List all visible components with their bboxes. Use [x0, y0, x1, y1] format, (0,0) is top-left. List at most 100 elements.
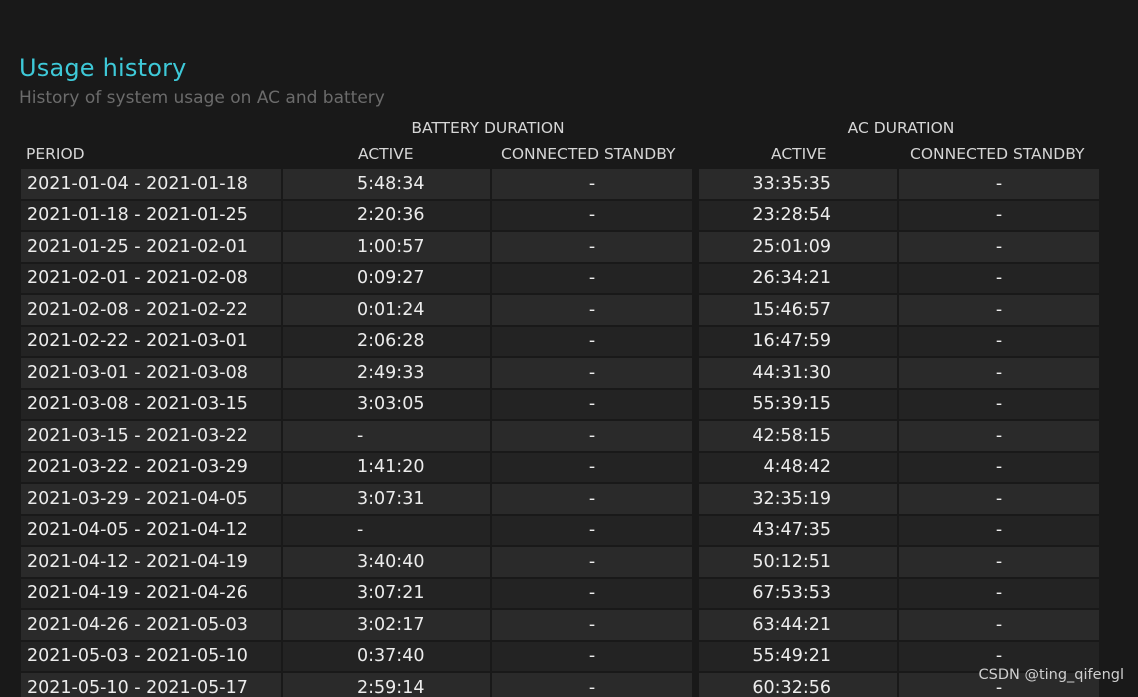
column-gap: [694, 389, 697, 419]
ac-active-cell: 63:44:21: [699, 610, 897, 640]
column-gap: [694, 578, 697, 608]
table-row: 2021-03-15 - 2021-03-22- -42:58:15-: [21, 421, 1099, 451]
watermark: CSDN @ting_qifengl: [978, 667, 1125, 683]
battery-active-cell: 3:07:31: [283, 484, 490, 514]
ac-active-cell: 26:34:21: [699, 263, 897, 293]
battery-standby-cell: -: [492, 641, 692, 671]
ac-standby-cell: -: [899, 295, 1099, 325]
battery-active-cell: -: [283, 515, 490, 545]
battery-standby-cell: -: [492, 169, 692, 199]
battery-standby-cell: -: [492, 673, 692, 697]
battery-active-cell: 1:00:57: [283, 232, 490, 262]
section-title: Usage history: [19, 54, 187, 82]
ac-standby-cell: -: [899, 232, 1099, 262]
ac-connected-standby-column-header: CONNECTED STANDBY: [910, 145, 1085, 163]
column-gap: [694, 421, 697, 451]
period-cell: 2021-03-01 - 2021-03-08: [21, 358, 281, 388]
battery-active-cell: 2:49:33: [283, 358, 490, 388]
period-cell: 2021-03-08 - 2021-03-15: [21, 389, 281, 419]
period-cell: 2021-04-12 - 2021-04-19: [21, 547, 281, 577]
battery-standby-cell: -: [492, 452, 692, 482]
column-gap: [694, 610, 697, 640]
ac-standby-cell: -: [899, 389, 1099, 419]
ac-active-cell: 32:35:19: [699, 484, 897, 514]
table-row: 2021-01-18 - 2021-01-25 2:20:36-23:28:54-: [21, 200, 1099, 230]
battery-standby-cell: -: [492, 421, 692, 451]
ac-active-cell: 50:12:51: [699, 547, 897, 577]
battery-standby-cell: -: [492, 484, 692, 514]
table-row: 2021-03-29 - 2021-04-05 3:07:31-32:35:19-: [21, 484, 1099, 514]
period-cell: 2021-01-04 - 2021-01-18: [21, 169, 281, 199]
table-row: 2021-04-05 - 2021-04-12- -43:47:35-: [21, 515, 1099, 545]
ac-active-cell: 33:35:35: [699, 169, 897, 199]
period-cell: 2021-04-26 - 2021-05-03: [21, 610, 281, 640]
ac-active-column-header: ACTIVE: [771, 145, 827, 163]
battery-active-cell: 3:07:21: [283, 578, 490, 608]
battery-connected-standby-column-header: CONNECTED STANDBY: [501, 145, 676, 163]
battery-active-column-header: ACTIVE: [358, 145, 414, 163]
column-gap: [694, 358, 697, 388]
table-row: 2021-02-01 - 2021-02-08 0:09:27-26:34:21-: [21, 263, 1099, 293]
ac-standby-cell: -: [899, 547, 1099, 577]
column-gap: [694, 641, 697, 671]
table-row: 2021-03-08 - 2021-03-15 3:03:05-55:39:15-: [21, 389, 1099, 419]
table-row: 2021-03-01 - 2021-03-08 2:49:33-44:31:30-: [21, 358, 1099, 388]
battery-standby-cell: -: [492, 358, 692, 388]
ac-active-cell: 16:47:59: [699, 326, 897, 356]
period-cell: 2021-03-29 - 2021-04-05: [21, 484, 281, 514]
ac-active-cell: 67:53:53: [699, 578, 897, 608]
battery-active-cell: 1:41:20: [283, 452, 490, 482]
table-row: 2021-03-22 - 2021-03-29 1:41:20-4:48:42-: [21, 452, 1099, 482]
ac-active-cell: 4:48:42: [699, 452, 897, 482]
ac-standby-cell: -: [899, 610, 1099, 640]
period-cell: 2021-04-19 - 2021-04-26: [21, 578, 281, 608]
ac-active-cell: 42:58:15: [699, 421, 897, 451]
battery-active-cell: 3:03:05: [283, 389, 490, 419]
battery-report-page: Usage history History of system usage on…: [0, 0, 1138, 697]
table-row: 2021-05-03 - 2021-05-10 0:37:40-55:49:21-: [21, 641, 1099, 671]
column-gap: [694, 263, 697, 293]
period-cell: 2021-03-22 - 2021-03-29: [21, 452, 281, 482]
ac-active-cell: 60:32:56: [699, 673, 897, 697]
column-gap: [694, 673, 697, 697]
battery-standby-cell: -: [492, 547, 692, 577]
period-cell: 2021-05-03 - 2021-05-10: [21, 641, 281, 671]
ac-active-cell: 23:28:54: [699, 200, 897, 230]
column-gap: [694, 484, 697, 514]
battery-active-cell: 2:20:36: [283, 200, 490, 230]
battery-standby-cell: -: [492, 200, 692, 230]
table-row: 2021-01-25 - 2021-02-01 1:00:57-25:01:09-: [21, 232, 1099, 262]
battery-active-cell: 5:48:34: [283, 169, 490, 199]
ac-active-cell: 43:47:35: [699, 515, 897, 545]
table-row: 2021-05-10 - 2021-05-17 2:59:14-60:32:56-: [21, 673, 1099, 697]
table-row: 2021-04-19 - 2021-04-26 3:07:21-67:53:53-: [21, 578, 1099, 608]
battery-standby-cell: -: [492, 295, 692, 325]
ac-standby-cell: -: [899, 484, 1099, 514]
battery-standby-cell: -: [492, 263, 692, 293]
column-gap: [694, 547, 697, 577]
table-row: 2021-02-08 - 2021-02-22 0:01:24-15:46:57-: [21, 295, 1099, 325]
table-row: 2021-01-04 - 2021-01-18 5:48:34-33:35:35-: [21, 169, 1099, 199]
period-cell: 2021-05-10 - 2021-05-17: [21, 673, 281, 697]
battery-standby-cell: -: [492, 515, 692, 545]
period-cell: 2021-02-22 - 2021-03-01: [21, 326, 281, 356]
battery-active-cell: 3:40:40: [283, 547, 490, 577]
ac-active-cell: 44:31:30: [699, 358, 897, 388]
column-gap: [694, 326, 697, 356]
period-cell: 2021-01-18 - 2021-01-25: [21, 200, 281, 230]
ac-standby-cell: -: [899, 358, 1099, 388]
ac-standby-cell: -: [899, 515, 1099, 545]
period-cell: 2021-03-15 - 2021-03-22: [21, 421, 281, 451]
column-gap: [694, 515, 697, 545]
column-gap: [694, 232, 697, 262]
battery-active-cell: 2:06:28: [283, 326, 490, 356]
table-row: 2021-04-12 - 2021-04-19 3:40:40-50:12:51-: [21, 547, 1099, 577]
battery-standby-cell: -: [492, 578, 692, 608]
table-row: 2021-04-26 - 2021-05-03 3:02:17-63:44:21-: [21, 610, 1099, 640]
period-cell: 2021-04-05 - 2021-04-12: [21, 515, 281, 545]
battery-active-cell: 0:09:27: [283, 263, 490, 293]
ac-standby-cell: -: [899, 326, 1099, 356]
column-gap: [694, 200, 697, 230]
ac-standby-cell: -: [899, 578, 1099, 608]
usage-history-table: 2021-01-04 - 2021-01-18 5:48:34-33:35:35-…: [19, 167, 1101, 697]
